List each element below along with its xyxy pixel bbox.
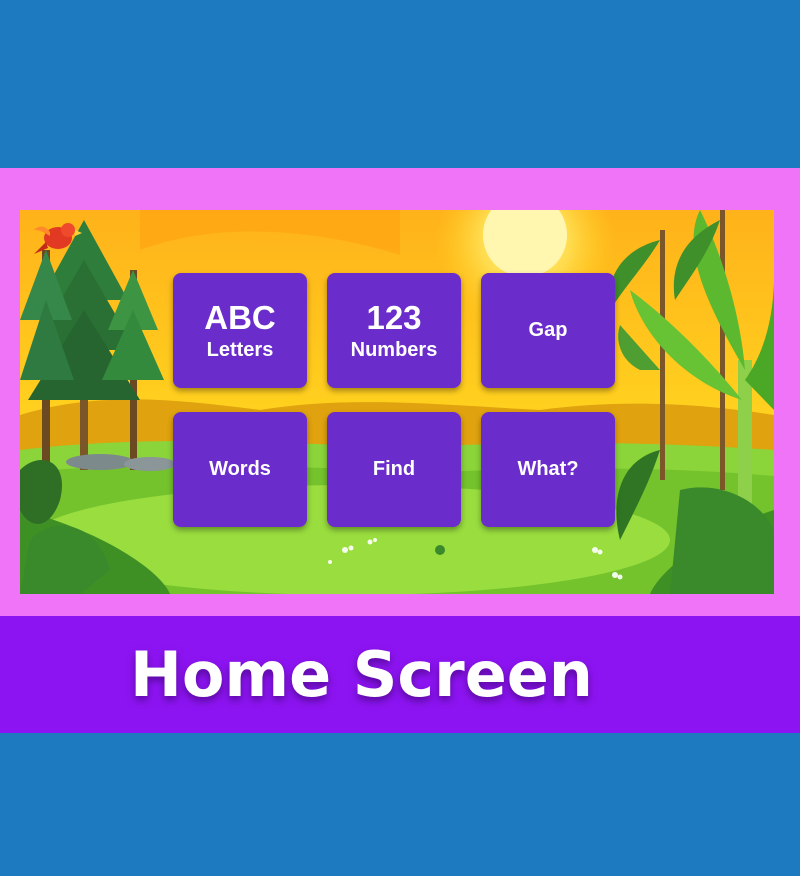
find-button[interactable]: Find — [327, 412, 461, 527]
what-button-label: What? — [517, 458, 579, 480]
letters-button-title: ABC — [204, 298, 276, 336]
words-button-label: Words — [209, 458, 271, 480]
game-menu-grid: ABC Letters 123 Numbers Gap Words Find W… — [173, 273, 616, 528]
letters-button[interactable]: ABC Letters — [173, 273, 307, 388]
gap-button[interactable]: Gap — [481, 273, 615, 388]
find-button-label: Find — [372, 458, 416, 480]
numbers-button-label: Numbers — [350, 338, 438, 361]
numbers-button-title: 123 — [366, 298, 422, 336]
gap-button-label: Gap — [528, 319, 568, 341]
what-button[interactable]: What? — [481, 412, 615, 527]
game-screen: ABC Letters 123 Numbers Gap Words Find W… — [20, 210, 774, 594]
letters-button-label: Letters — [206, 338, 274, 361]
caption-title: Home Screen — [130, 638, 593, 711]
words-button[interactable]: Words — [173, 412, 307, 527]
numbers-button[interactable]: 123 Numbers — [327, 273, 461, 388]
